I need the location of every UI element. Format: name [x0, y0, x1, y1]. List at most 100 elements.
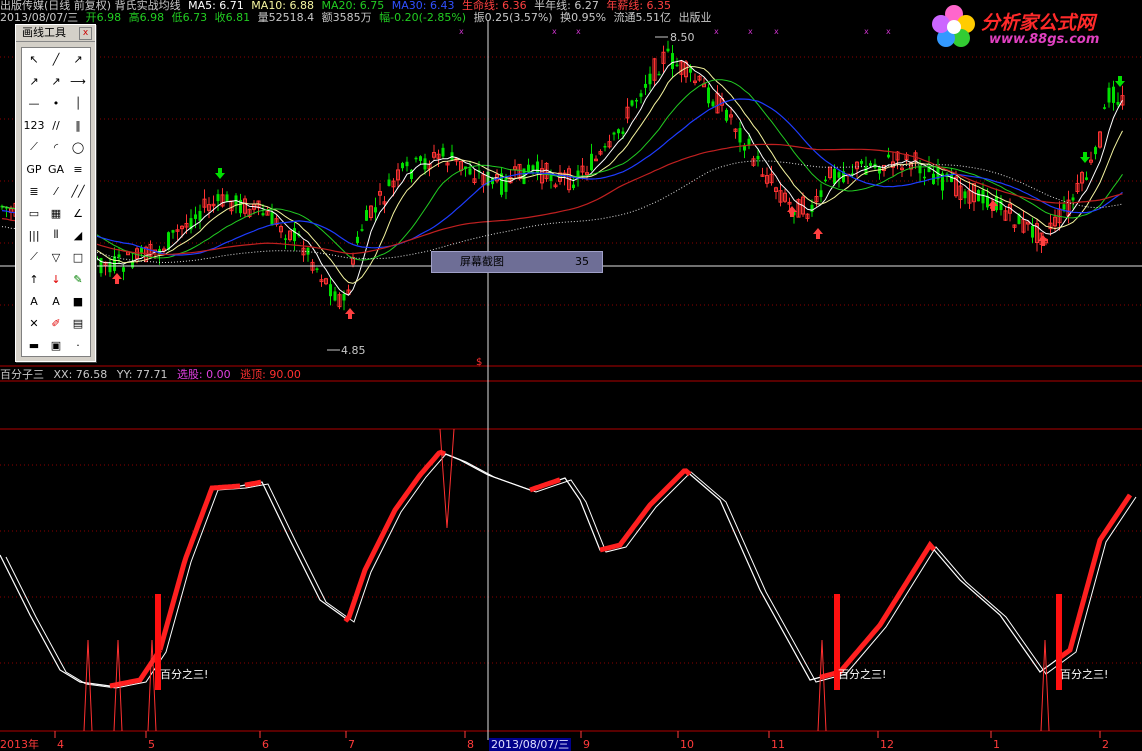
rect-icon[interactable]: ↑: [24, 269, 44, 289]
line-icon[interactable]: ╱: [46, 49, 66, 69]
dot-line-icon[interactable]: •: [46, 93, 66, 113]
quote-high: 高6.98: [128, 11, 165, 24]
candle-body-down: [648, 73, 652, 85]
indicator-yy: YY: 77.71: [116, 368, 168, 381]
candle-body-down: [671, 53, 674, 70]
buy-arrow-icon: [345, 308, 355, 319]
candle-body-down: [963, 191, 967, 199]
date-axis-label: 6: [262, 738, 269, 751]
quote-turnover: 换0.95%: [560, 11, 607, 24]
ruler-icon[interactable]: ▣: [46, 335, 66, 355]
save-icon[interactable]: ·: [68, 335, 88, 355]
candle-body-down: [527, 164, 530, 173]
block-icon[interactable]: ✕: [24, 313, 44, 333]
triangle-icon[interactable]: □: [68, 247, 88, 267]
date-axis-label: 10: [680, 738, 694, 751]
candle-body-down: [108, 263, 112, 273]
rising-signal-segment: [157, 483, 241, 651]
candle-body-down: [374, 207, 377, 213]
screenshot-label: 屏幕截图: [460, 255, 504, 268]
text-123-icon[interactable]: 123: [24, 115, 45, 135]
ga-icon[interactable]: ≡: [68, 159, 88, 179]
bars-icon[interactable]: |||: [24, 225, 44, 245]
arrow-line-icon[interactable]: ↗: [24, 71, 44, 91]
drawing-toolbox[interactable]: 画线工具 x ↖ ╱ ↗ ↗ ↗ ⟶ — • │ 123//‖ ⟋ ◜ ◯ GP GA ≡ ≣ ⁄ ╱╱ ▭ ▦ ∠ |||…: [15, 24, 96, 362]
candle-body-down: [504, 176, 508, 192]
candle-body-down: [167, 232, 170, 250]
fan-icon[interactable]: ⁄: [46, 181, 66, 201]
segment-icon[interactable]: ↗: [46, 71, 66, 91]
hline-icon[interactable]: —: [24, 93, 44, 113]
rising-signal-segment: [343, 449, 446, 623]
text-a2-icon[interactable]: ■: [68, 291, 88, 311]
gp-icon[interactable]: GA: [46, 159, 66, 179]
sell-arrow-icon: [1115, 76, 1125, 87]
arc-icon[interactable]: ◜: [46, 137, 66, 157]
angle-icon[interactable]: ∠: [68, 203, 88, 223]
channel-icon[interactable]: ‖: [68, 115, 88, 135]
indicator-xx: XX: 76.58: [53, 368, 108, 381]
draw-icon[interactable]: ▤: [68, 313, 88, 333]
vline-icon[interactable]: │: [68, 93, 88, 113]
candle-body-down: [621, 131, 625, 134]
pen-icon[interactable]: A: [24, 291, 44, 311]
cycle-icon[interactable]: GP: [24, 159, 44, 179]
cursor-icon[interactable]: ↖: [24, 49, 44, 69]
notes-icon[interactable]: ▬: [24, 335, 44, 355]
fib-line-icon[interactable]: ⟋: [24, 137, 44, 157]
candle-body-down: [414, 157, 418, 160]
date-axis-label: 7: [348, 738, 355, 751]
toolbox-close-button[interactable]: x: [79, 27, 92, 40]
sell-arrow-icon: [1080, 152, 1090, 163]
candle-body-down: [315, 268, 319, 270]
buy-arrow-icon: [112, 273, 122, 284]
box-icon[interactable]: ▭: [24, 203, 44, 223]
date-axis-label: 5: [148, 738, 155, 751]
candle-body-down: [1107, 87, 1111, 103]
screenshot-value: 35: [575, 255, 589, 268]
candle-body-down: [810, 204, 814, 213]
lifeline-line: [1, 143, 1123, 256]
circle-icon[interactable]: ◯: [68, 137, 88, 157]
candle-body-down: [441, 147, 445, 157]
up-arrow-icon[interactable]: ↓: [46, 269, 66, 289]
candle-body-down: [950, 174, 953, 183]
candle-body-down: [450, 152, 454, 160]
speed-icon[interactable]: ╱╱: [68, 181, 88, 201]
toolbox-titlebar[interactable]: 画线工具 x: [16, 25, 95, 42]
gannfan-icon[interactable]: ▽: [46, 247, 66, 267]
extend-line-icon[interactable]: ⟶: [68, 71, 88, 91]
date-axis-label: 9: [583, 738, 590, 751]
date-axis-label: 1: [993, 738, 1000, 751]
candle-body-down: [536, 161, 539, 174]
gann-icon[interactable]: ≣: [24, 181, 44, 201]
signal-label: 百分之三!: [838, 667, 886, 681]
text-a-icon[interactable]: A: [46, 291, 66, 311]
ray-icon[interactable]: ↗: [68, 49, 88, 69]
candle-body-down: [405, 161, 409, 167]
quote-volume: 量52518.4: [257, 11, 315, 24]
logo-title: 分析家公式网: [981, 12, 1096, 34]
delete-icon[interactable]: ✐: [46, 313, 66, 333]
time-icon[interactable]: ⦀: [46, 225, 66, 245]
candle-body-down: [819, 190, 823, 197]
candle-body-down: [635, 100, 638, 102]
candle-body-down: [216, 194, 220, 202]
period-icon[interactable]: ◢: [68, 225, 88, 245]
fan2-icon[interactable]: ⟋: [24, 247, 44, 267]
candle-body-down: [657, 73, 661, 76]
current-date-marker: 2013/08/07/三: [489, 738, 572, 751]
candle-body-down: [617, 129, 620, 134]
quote-amplitude: 振0.25(3.57%): [473, 11, 553, 24]
parallel-icon[interactable]: //: [46, 115, 66, 135]
quote-header: 2013/08/07/三 开6.98 高6.98 低6.73 收6.81 量52…: [0, 12, 716, 24]
event-marker: x: [552, 27, 557, 36]
date-axis-label: 8: [467, 738, 474, 751]
dividend-marker: $: [476, 357, 482, 368]
candle-body-down: [639, 93, 643, 97]
candle-body-down: [360, 229, 364, 231]
grid-icon[interactable]: ▦: [46, 203, 66, 223]
down-arrow-icon[interactable]: ✎: [68, 269, 88, 289]
quote-open: 开6.98: [85, 11, 122, 24]
candle-body-down: [824, 179, 827, 182]
